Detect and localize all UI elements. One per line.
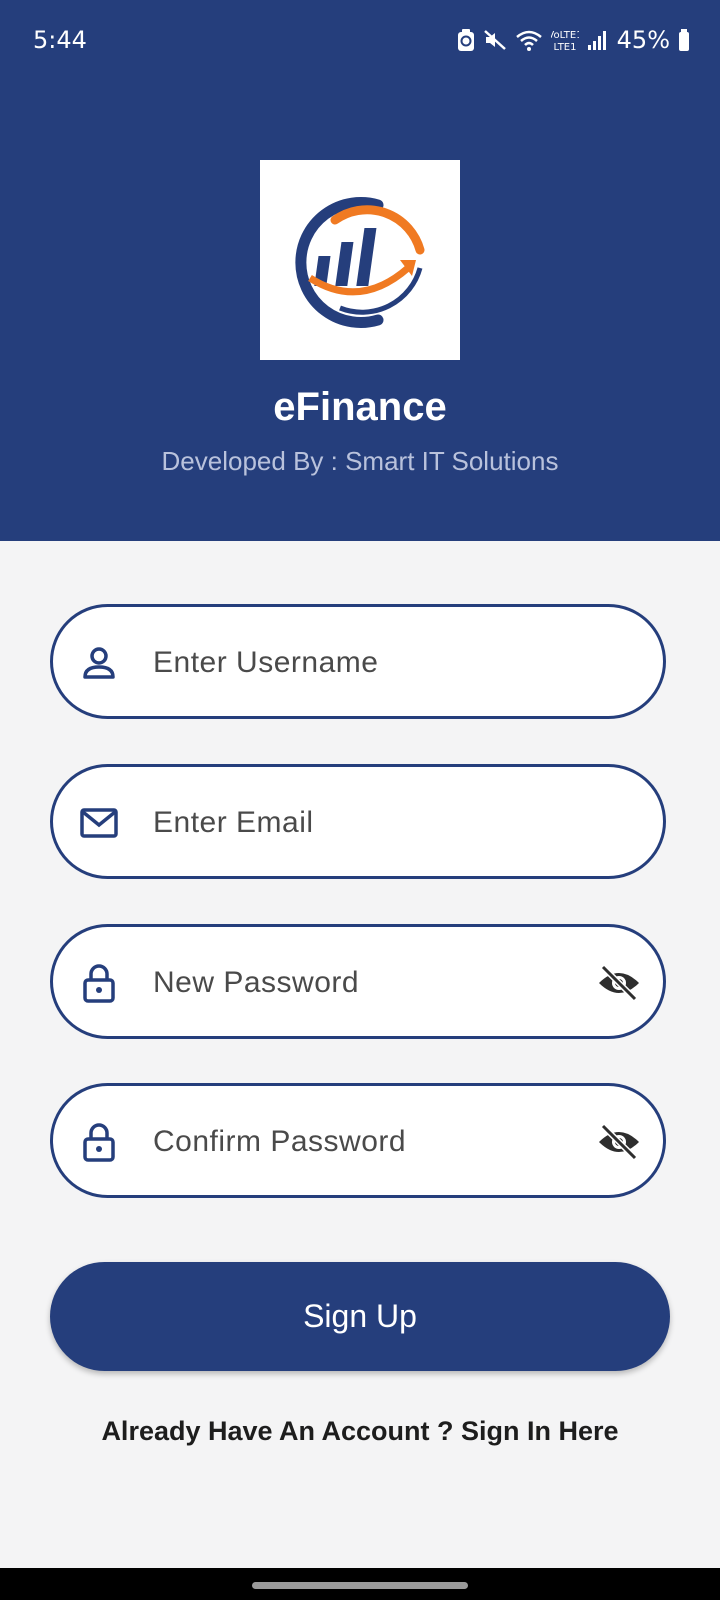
developer-credit: Developed By : Smart IT Solutions (161, 446, 559, 476)
svg-text:LTE1: LTE1 (553, 42, 576, 53)
status-bar: 5:44 VoLTE1LTE1 45% (0, 0, 720, 80)
new-password-input[interactable] (153, 947, 573, 1019)
battery-percent: 45% (616, 26, 670, 54)
person-icon (79, 643, 119, 683)
svg-text:VoLTE1: VoLTE1 (551, 30, 579, 41)
sign-in-link[interactable]: Already Have An Account ? Sign In Here (0, 1416, 720, 1447)
header-banner: 5:44 VoLTE1LTE1 45% (0, 0, 720, 541)
mute-icon (483, 28, 507, 52)
app-title: eFinance (273, 385, 447, 429)
volte-icon: VoLTE1LTE1 (551, 27, 579, 53)
status-icons: VoLTE1LTE1 45% (457, 24, 690, 56)
finance-logo-icon (295, 197, 425, 328)
wifi-icon (515, 28, 543, 52)
email-input[interactable] (153, 787, 573, 859)
eye-off-icon[interactable] (597, 963, 641, 1003)
username-input[interactable] (153, 627, 573, 699)
signal-icon (587, 28, 607, 52)
confirm-password-field[interactable] (50, 1083, 666, 1198)
new-password-field[interactable] (50, 924, 666, 1039)
mail-icon (79, 803, 119, 843)
username-field[interactable] (50, 604, 666, 719)
eye-off-icon[interactable] (597, 1122, 641, 1162)
lock-icon (79, 963, 119, 1003)
home-gesture-handle[interactable] (252, 1582, 468, 1589)
battery-saver-icon (457, 28, 475, 52)
battery-icon (678, 28, 690, 52)
email-field[interactable] (50, 764, 666, 879)
status-time: 5:44 (33, 26, 87, 54)
sign-up-button[interactable]: Sign Up (50, 1262, 670, 1371)
app-logo (260, 160, 460, 360)
lock-icon (79, 1122, 119, 1162)
confirm-password-input[interactable] (153, 1106, 573, 1178)
